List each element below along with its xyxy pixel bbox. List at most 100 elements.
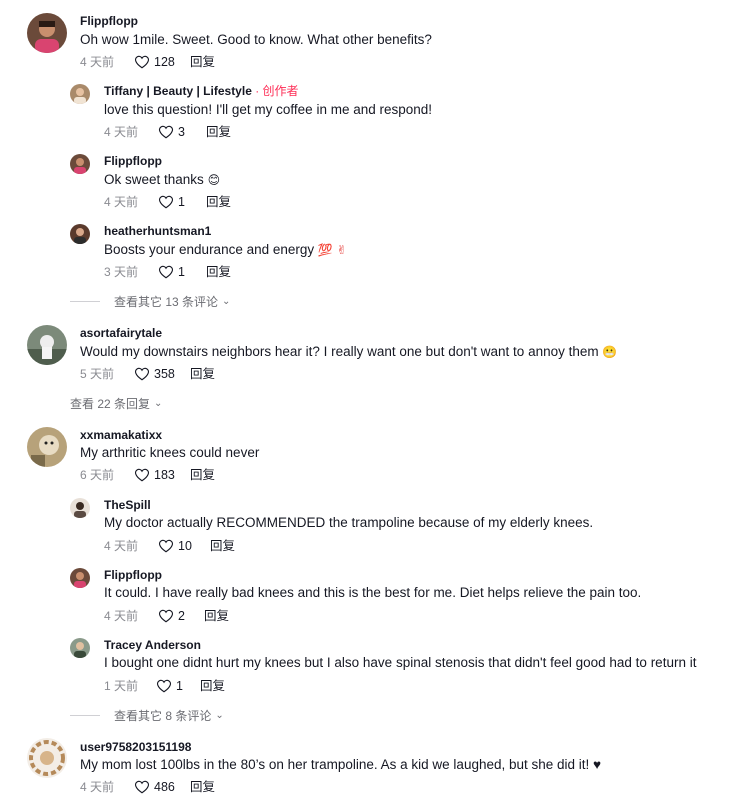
- avatar[interactable]: [27, 13, 67, 53]
- like-button[interactable]: 3: [158, 124, 206, 140]
- reply-button[interactable]: 回复: [206, 124, 231, 140]
- divider-line: [70, 301, 100, 302]
- comment-time: 4 天前: [104, 539, 139, 553]
- reply-button[interactable]: 回复: [210, 538, 235, 554]
- comment-username[interactable]: heatherhuntsman1: [104, 223, 211, 239]
- comment-text: Ok sweet thanks 😊: [104, 171, 220, 189]
- comment-text-body: Would my downstairs neighbors hear it? I…: [80, 344, 599, 359]
- like-button[interactable]: 486: [134, 779, 190, 795]
- view-more-replies-button[interactable]: 查看其它 13 条评论 ⌄: [70, 293, 230, 310]
- reply-button[interactable]: 回复: [190, 366, 215, 382]
- divider-line: [70, 715, 100, 716]
- comment-meta: 3 天前 1 回复: [104, 264, 231, 280]
- grimace-emoji-icon: 😬: [602, 345, 618, 359]
- heart-outline-icon: [158, 609, 174, 623]
- avatar[interactable]: [27, 427, 67, 467]
- avatar[interactable]: [70, 498, 90, 518]
- comment-meta: 4 天前 2 回复: [104, 608, 229, 624]
- comment-meta: 4 天前 486 回复: [80, 779, 215, 795]
- comment-meta: 4 天前 3 回复: [104, 124, 231, 140]
- comment-time: 4 天前: [104, 125, 139, 139]
- avatar[interactable]: [27, 325, 67, 365]
- like-button[interactable]: 128: [134, 54, 190, 70]
- comment-text: Would my downstairs neighbors hear it? I…: [80, 343, 617, 361]
- hundred-peace-emoji-icon: 💯 ✌: [317, 243, 347, 257]
- like-count: 3: [178, 125, 185, 139]
- avatar[interactable]: [70, 568, 90, 588]
- heart-outline-icon: [158, 125, 174, 139]
- comment-text: Oh wow 1mile. Sweet. Good to know. What …: [80, 32, 432, 47]
- comment-meta: 5 天前 358 回复: [80, 366, 215, 382]
- comment-username[interactable]: asortafairytale: [80, 325, 162, 341]
- chevron-down-icon: ⌄: [222, 296, 231, 307]
- like-count: 2: [178, 609, 185, 623]
- comment-time: 3 天前: [104, 265, 139, 279]
- avatar[interactable]: [70, 154, 90, 174]
- comment-username[interactable]: Flippflopp: [104, 567, 162, 583]
- comment-text: Boosts your endurance and energy 💯 ✌: [104, 241, 347, 259]
- comment-time: 4 天前: [104, 195, 139, 209]
- comment-meta: 4 天前 10 回复: [104, 538, 235, 554]
- like-count: 1: [178, 195, 185, 209]
- heart-outline-icon: [134, 780, 150, 794]
- creator-badge: · 创作者: [251, 84, 299, 98]
- view-more-label[interactable]: 查看其它 8 条评论: [114, 707, 211, 724]
- avatar[interactable]: [70, 224, 90, 244]
- like-button[interactable]: 1: [156, 678, 200, 694]
- view-replies-button[interactable]: 查看 22 条回复 ⌄: [70, 395, 162, 412]
- smile-emoji-icon: 😊: [207, 173, 221, 187]
- like-button[interactable]: 358: [134, 366, 190, 382]
- like-button[interactable]: 1: [158, 264, 206, 280]
- comment-username[interactable]: Flippflopp: [104, 153, 162, 169]
- like-button[interactable]: 10: [158, 538, 210, 554]
- avatar[interactable]: [70, 84, 90, 104]
- comment-text: I bought one didnt hurt my knees but I a…: [104, 655, 697, 670]
- comment-meta: 1 天前 1 回复: [104, 678, 225, 694]
- comment-text: My arthritic knees could never: [80, 445, 260, 460]
- heart-outline-icon: [134, 55, 150, 69]
- chevron-down-icon: ⌄: [215, 710, 224, 721]
- like-count: 10: [178, 539, 192, 553]
- like-count: 358: [154, 367, 175, 381]
- reply-button[interactable]: 回复: [190, 467, 215, 483]
- reply-button[interactable]: 回复: [206, 194, 231, 210]
- view-more-replies-button[interactable]: 查看其它 8 条评论 ⌄: [70, 707, 224, 724]
- comment-time: 4 天前: [80, 780, 115, 794]
- comment-username[interactable]: Flippflopp: [80, 13, 138, 29]
- like-button[interactable]: 1: [158, 194, 206, 210]
- reply-button[interactable]: 回复: [190, 54, 215, 70]
- comment-text: My doctor actually RECOMMENDED the tramp…: [104, 515, 594, 530]
- view-replies-label[interactable]: 查看 22 条回复: [70, 395, 150, 412]
- comment-time: 4 天前: [104, 609, 139, 623]
- reply-button[interactable]: 回复: [190, 779, 215, 795]
- chevron-down-icon: ⌄: [154, 398, 163, 409]
- like-count: 128: [154, 55, 175, 69]
- comment-time: 4 天前: [80, 55, 115, 69]
- like-button[interactable]: 2: [158, 608, 204, 624]
- comment-text: My mom lost 100lbs in the 80’s on her tr…: [80, 757, 602, 772]
- reply-button[interactable]: 回复: [206, 264, 231, 280]
- comment-username[interactable]: TheSpill: [104, 497, 151, 513]
- reply-button[interactable]: 回复: [204, 608, 229, 624]
- comment-time: 5 天前: [80, 367, 115, 381]
- heart-outline-icon: [156, 679, 172, 693]
- comment-username[interactable]: Tracey Anderson: [104, 637, 201, 653]
- view-more-label[interactable]: 查看其它 13 条评论: [114, 293, 218, 310]
- comment-username[interactable]: Tiffany | Beauty | Lifestyle · 创作者: [104, 83, 299, 99]
- comment-username[interactable]: user9758203151198: [80, 739, 191, 755]
- comment-time: 6 天前: [80, 468, 115, 482]
- heart-outline-icon: [134, 468, 150, 482]
- comment-meta: 4 天前 1 回复: [104, 194, 231, 210]
- heart-outline-icon: [158, 265, 174, 279]
- avatar[interactable]: [27, 738, 67, 778]
- avatar[interactable]: [70, 638, 90, 658]
- comment-meta: 4 天前 128 回复: [80, 54, 215, 70]
- reply-button[interactable]: 回复: [200, 678, 225, 694]
- like-button[interactable]: 183: [134, 467, 190, 483]
- comment-time: 1 天前: [104, 679, 139, 693]
- like-count: 1: [176, 679, 183, 693]
- comment-username-text[interactable]: Tiffany | Beauty | Lifestyle: [104, 84, 252, 98]
- comment-username[interactable]: xxmamakatixx: [80, 427, 162, 443]
- like-count: 183: [154, 468, 175, 482]
- heart-outline-icon: [158, 195, 174, 209]
